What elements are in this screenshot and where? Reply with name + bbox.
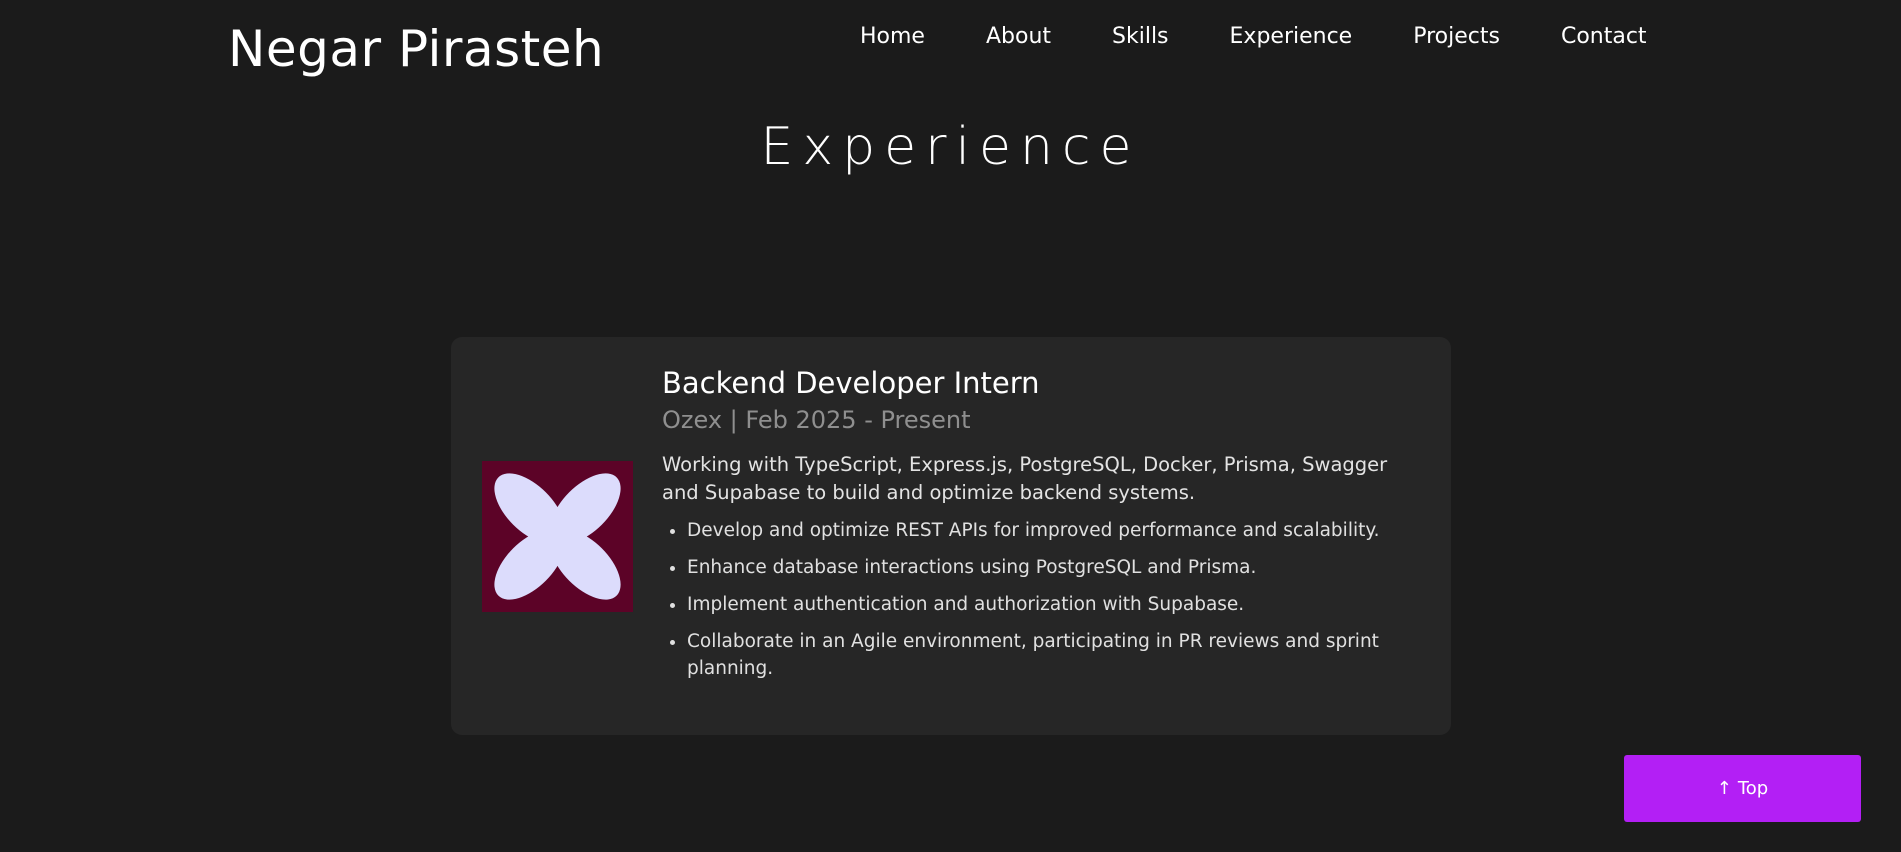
back-to-top-button[interactable]: ↑ Top bbox=[1624, 755, 1861, 822]
site-brand[interactable]: Negar Pirasteh bbox=[228, 16, 604, 82]
nav-skills-link[interactable]: Skills bbox=[1112, 22, 1169, 52]
company-logo-petal-icon bbox=[482, 461, 633, 612]
portfolio-page: Negar Pirasteh Home About Skills Experie… bbox=[0, 0, 1901, 852]
list-item: Collaborate in an Agile environment, par… bbox=[687, 628, 1422, 682]
list-item: Enhance database interactions using Post… bbox=[687, 554, 1422, 581]
job-company-dates: Ozex | Feb 2025 - Present bbox=[662, 406, 971, 434]
experience-details: Backend Developer Intern Ozex | Feb 2025… bbox=[662, 363, 1422, 692]
experience-card: Backend Developer Intern Ozex | Feb 2025… bbox=[451, 337, 1451, 735]
arrow-up-icon: ↑ bbox=[1716, 778, 1732, 799]
nav-about-link[interactable]: About bbox=[986, 22, 1051, 52]
job-summary: Working with TypeScript, Express.js, Pos… bbox=[662, 453, 1388, 504]
nav-experience-link[interactable]: Experience bbox=[1230, 22, 1353, 52]
section-title: Experience bbox=[760, 117, 1141, 177]
nav-projects-link[interactable]: Projects bbox=[1413, 22, 1500, 52]
job-title: Backend Developer Intern bbox=[662, 366, 1040, 400]
list-item: Implement authentication and authorizati… bbox=[687, 591, 1422, 618]
site-header: Negar Pirasteh Home About Skills Experie… bbox=[0, 0, 1901, 100]
nav-home-link[interactable]: Home bbox=[860, 22, 925, 52]
nav-contact-link[interactable]: Contact bbox=[1561, 22, 1647, 52]
list-item: Develop and optimize REST APIs for impro… bbox=[687, 517, 1422, 544]
main-nav: Home About Skills Experience Projects Co… bbox=[860, 22, 1647, 52]
back-to-top-label: Top bbox=[1737, 778, 1769, 799]
job-responsibilities-list: Develop and optimize REST APIs for impro… bbox=[662, 517, 1422, 682]
